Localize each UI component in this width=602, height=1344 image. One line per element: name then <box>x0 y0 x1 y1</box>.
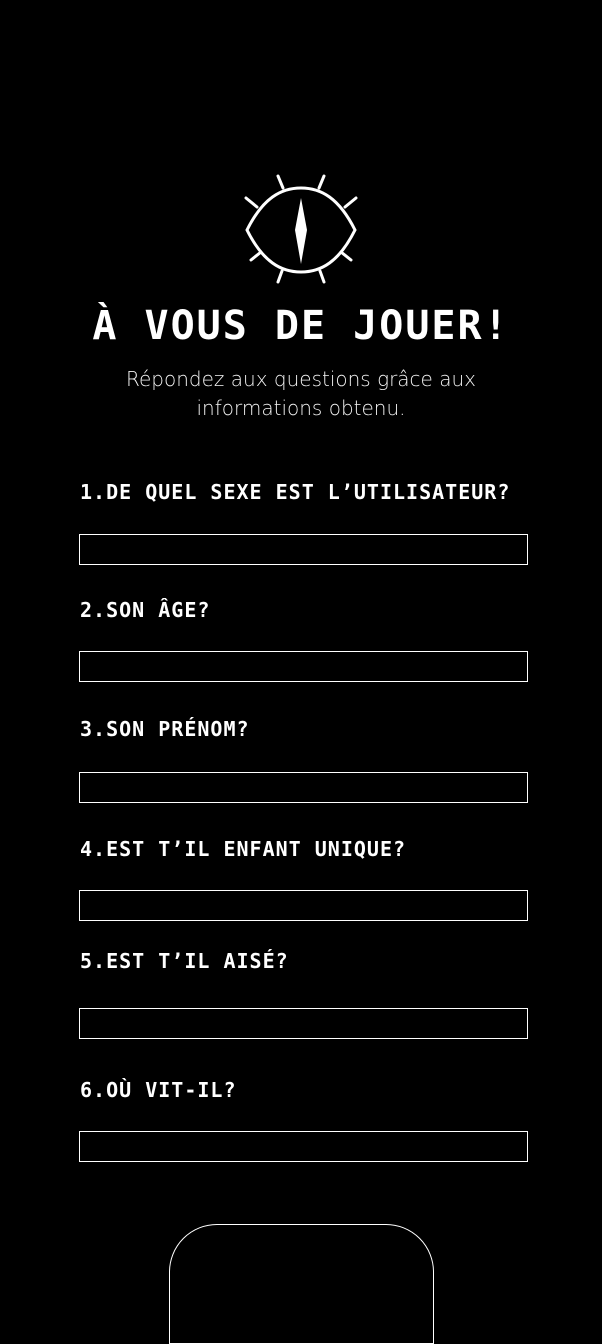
page-title: À VOUS DE JOUER! <box>92 303 510 349</box>
question-label-6: 6.OÙ VIT-IL? <box>80 1078 237 1102</box>
answer-field-6[interactable] <box>79 1131 528 1162</box>
question-label-2: 2.SON ÂGE? <box>80 598 211 622</box>
answer-field-2[interactable] <box>79 651 528 682</box>
submit-button[interactable] <box>169 1224 434 1344</box>
question-label-1: 1.DE QUEL SEXE EST L’UTILISATEUR? <box>80 480 511 504</box>
eye-compass-icon <box>244 174 358 284</box>
answer-field-1[interactable] <box>79 534 528 565</box>
answer-field-3[interactable] <box>79 772 528 803</box>
answer-field-5[interactable] <box>79 1008 528 1039</box>
question-label-5: 5.EST T’IL AISÉ? <box>80 949 289 973</box>
answer-field-4[interactable] <box>79 890 528 921</box>
question-label-3: 3.SON PRÉNOM? <box>80 717 250 741</box>
question-label-4: 4.EST T’IL ENFANT UNIQUE? <box>80 837 407 861</box>
page-subtitle: Répondez aux questions grâce aux informa… <box>126 367 476 420</box>
